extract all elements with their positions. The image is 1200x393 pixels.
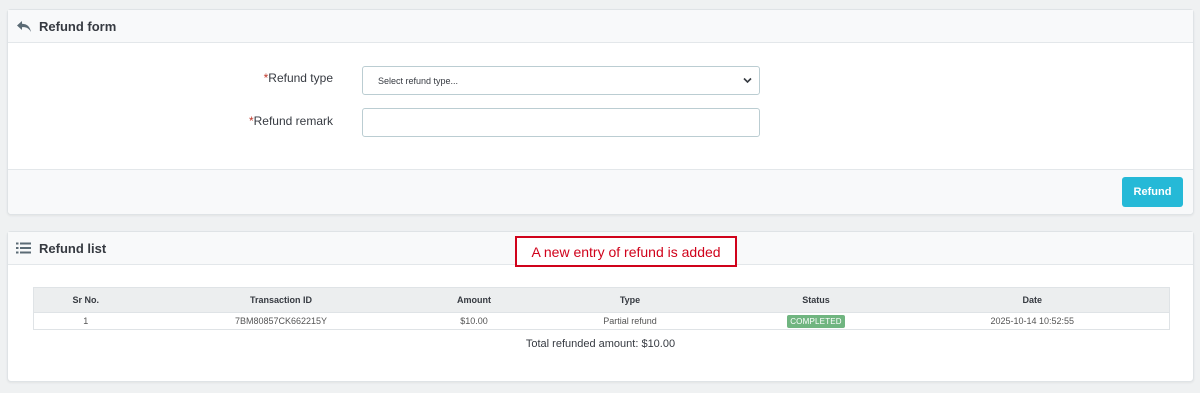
cell-status: COMPLETED <box>736 312 896 330</box>
column-header-amount: Amount <box>424 287 524 313</box>
reply-arrow-icon <box>16 19 32 33</box>
column-header-sr-no: Sr No. <box>33 287 138 313</box>
refund-type-label: *Refund type <box>264 71 333 85</box>
chevron-down-icon <box>743 76 752 86</box>
refund-form-footer: Refund <box>8 169 1193 214</box>
column-header-date: Date <box>895 287 1170 313</box>
refund-form-title: Refund form <box>39 18 117 34</box>
total-refunded-amount: Total refunded amount: $10.00 <box>525 338 676 350</box>
refund-list-panel: Refund list A new entry of refund is add… <box>7 231 1194 382</box>
refund-button[interactable]: Refund <box>1122 177 1183 207</box>
refund-type-select[interactable]: Select refund type... <box>362 66 760 95</box>
refund-remark-label-text: Refund remark <box>253 114 333 128</box>
column-header-status: Status <box>736 287 896 313</box>
refund-table: Sr No. Transaction ID Amount Type Status… <box>33 287 1170 330</box>
cell-amount: $10.00 <box>424 312 524 330</box>
refund-form-header: Refund form <box>8 10 1193 43</box>
cell-type: Partial refund <box>523 312 737 330</box>
cell-transaction-id: 7BM80857CK662215Y <box>137 312 425 330</box>
list-icon <box>16 241 32 255</box>
column-header-type: Type <box>523 287 737 313</box>
new-entry-annotation: A new entry of refund is added <box>515 236 737 267</box>
cell-sr-no: 1 <box>33 312 138 330</box>
table-row: 1 7BM80857CK662215Y $10.00 Partial refun… <box>33 312 1170 330</box>
refund-list-title: Refund list <box>39 240 107 256</box>
refund-type-selected-value: Select refund type... <box>378 75 459 86</box>
column-header-transaction-id: Transaction ID <box>137 287 425 313</box>
table-header-row: Sr No. Transaction ID Amount Type Status… <box>33 287 1170 313</box>
refund-remark-input[interactable] <box>362 108 760 137</box>
refund-form-panel: Refund form *Refund type Select refund t… <box>7 9 1194 215</box>
refund-remark-label: *Refund remark <box>249 114 333 128</box>
refund-type-label-text: Refund type <box>268 71 333 85</box>
status-badge: COMPLETED <box>787 314 845 328</box>
cell-date: 2025-10-14 10:52:55 <box>895 312 1170 330</box>
